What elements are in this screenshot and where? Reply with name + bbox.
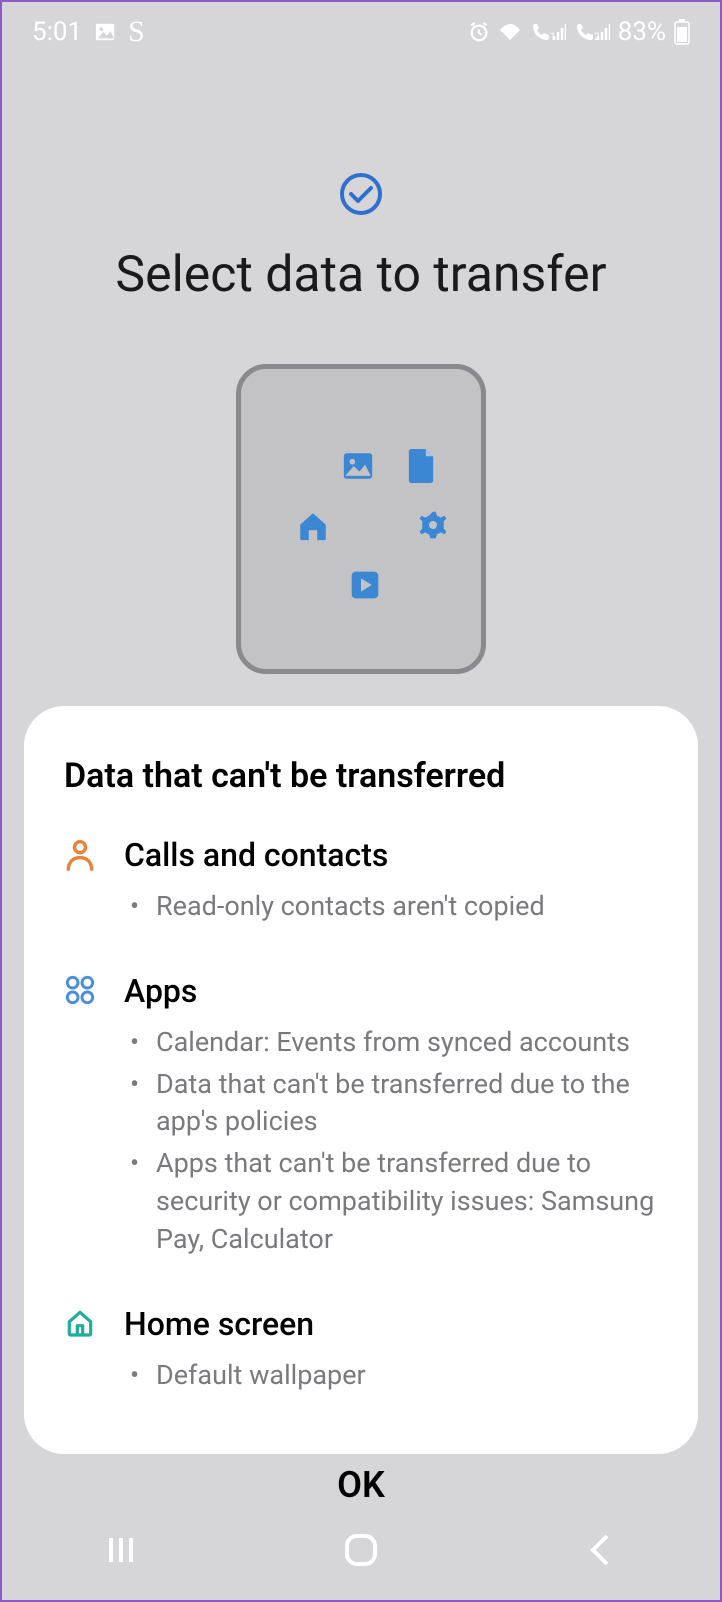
gear-icon	[417, 509, 449, 541]
section-apps: Apps Calendar: Events from synced accoun…	[64, 972, 658, 1263]
bullet-list: Calendar: Events from synced accounts Da…	[124, 1024, 658, 1259]
call-sim2-icon: 2	[574, 22, 610, 42]
picture-icon	[341, 449, 375, 483]
status-right: 1 2 83%	[468, 17, 690, 47]
android-nav-bar	[2, 1500, 720, 1600]
status-bar: 5:01 S 1 2 83%	[2, 2, 720, 62]
bullet-list: Read-only contacts aren't copied	[124, 888, 658, 926]
home-icon	[296, 509, 330, 543]
list-item: Apps that can't be transferred due to se…	[124, 1145, 658, 1258]
list-item: Default wallpaper	[124, 1357, 658, 1395]
back-button[interactable]	[581, 1530, 621, 1570]
list-item: Read-only contacts aren't copied	[124, 888, 658, 926]
section-title: Calls and contacts	[124, 836, 658, 874]
status-left: 5:01 S	[32, 15, 145, 49]
wifi-icon	[498, 22, 522, 42]
info-card: Data that can't be transferred Calls and…	[24, 706, 698, 1454]
status-time: 5:01	[32, 17, 82, 47]
section-home: Home screen Default wallpaper	[64, 1305, 658, 1399]
battery-icon	[674, 19, 690, 45]
apps-icon	[64, 972, 98, 1263]
call-sim1-icon: 1	[530, 22, 566, 42]
notification-image-icon	[94, 21, 116, 43]
list-item: Data that can't be transferred due to th…	[124, 1066, 658, 1142]
list-item: Calendar: Events from synced accounts	[124, 1024, 658, 1062]
recents-button[interactable]	[101, 1530, 141, 1570]
card-title: Data that can't be transferred	[64, 756, 658, 796]
page-title: Select data to transfer	[2, 246, 720, 304]
alarm-icon	[468, 21, 490, 43]
play-icon	[349, 569, 381, 601]
section-title: Apps	[124, 972, 658, 1010]
home-screen-icon	[64, 1305, 98, 1399]
phone-illustration	[236, 364, 486, 674]
battery-percent: 83%	[618, 17, 666, 47]
home-button[interactable]	[339, 1528, 383, 1572]
bullet-list: Default wallpaper	[124, 1357, 658, 1395]
contacts-icon	[64, 836, 98, 930]
file-icon	[406, 449, 436, 483]
section-contacts: Calls and contacts Read-only contacts ar…	[64, 836, 658, 930]
section-title: Home screen	[124, 1305, 658, 1343]
checkmark-circle-icon	[339, 172, 383, 216]
notification-s-icon: S	[128, 15, 145, 49]
